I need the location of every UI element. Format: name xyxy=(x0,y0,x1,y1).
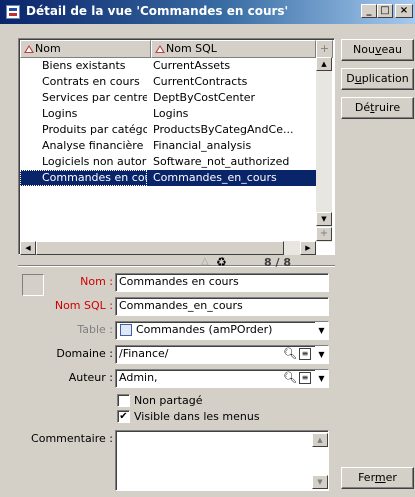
scroll-down-arrow-icon[interactable]: ▼ xyxy=(316,212,332,226)
name-label: Nom : xyxy=(80,275,113,288)
author-label: Auteur : xyxy=(68,371,113,384)
close-window-button[interactable]: × xyxy=(395,4,413,18)
column-header-sql-name[interactable]: Nom SQL xyxy=(151,40,316,58)
chevron-down-icon[interactable]: ▼ xyxy=(315,322,328,339)
list-horizontal-scrollbar[interactable]: ◀ ▶ xyxy=(20,241,316,255)
search-icon[interactable]: 🔍︎ xyxy=(283,372,297,384)
row-sql-name-cell: Software_not_authorized xyxy=(153,155,290,168)
refresh-icon[interactable]: ♻ xyxy=(216,255,227,269)
comment-textarea[interactable]: ▲ ▼ xyxy=(115,430,329,491)
sort-ascending-icon xyxy=(155,45,165,53)
row-sql-name-cell: Financial_analysis xyxy=(153,139,252,152)
list-status-bar: △ ♻ 8 / 8 xyxy=(18,255,335,273)
column-header-name[interactable]: Nom xyxy=(20,40,151,58)
delete-button[interactable]: Détruire xyxy=(341,97,414,119)
detail-window: Détail de la vue 'Commandes en cours' _ … xyxy=(0,0,415,497)
search-icon[interactable]: 🔍︎ xyxy=(283,348,297,360)
scroll-up-arrow-icon[interactable]: ▲ xyxy=(312,433,328,447)
row-name-cell: Analyse financière xyxy=(42,139,144,152)
sql-name-label: Nom SQL : xyxy=(54,299,113,312)
new-button-label-end: eau xyxy=(381,43,402,56)
duplicate-button[interactable]: Duplication xyxy=(341,68,414,90)
title-bar[interactable]: Détail de la vue 'Commandes en cours' _ … xyxy=(0,0,415,24)
scroll-up-arrow-icon[interactable]: ▲ xyxy=(316,57,332,71)
sort-ascending-icon xyxy=(24,45,34,53)
table-dropdown[interactable]: Commandes (amPOrder) ▼ xyxy=(115,321,329,340)
name-field[interactable]: Commandes en cours xyxy=(115,273,329,292)
author-value: Admin, xyxy=(119,371,158,384)
close-button-mnemonic: m xyxy=(374,471,386,484)
row-name-cell: Services par centre ... xyxy=(42,91,147,104)
table-value: Commandes (amPOrder) xyxy=(136,323,273,336)
table-row[interactable]: Services par centre ... DeptByCostCenter xyxy=(20,90,316,106)
maximize-button[interactable]: □ xyxy=(377,4,393,18)
table-row[interactable]: Logins Logins xyxy=(20,106,316,122)
duplicate-button-label: D xyxy=(346,72,355,85)
close-button[interactable]: Fermer xyxy=(341,467,414,489)
window-app-icon xyxy=(6,5,20,19)
scroll-left-arrow-icon[interactable]: ◀ xyxy=(20,241,36,255)
column-header-sql-label: Nom SQL xyxy=(166,42,217,55)
not-shared-checkbox[interactable] xyxy=(117,394,130,407)
chevron-down-icon[interactable]: ▼ xyxy=(315,370,328,387)
table-row[interactable]: Contrats en cours CurrentContracts xyxy=(20,74,316,90)
record-counter: 8 / 8 xyxy=(264,256,291,269)
sort-indicator-icon: △ xyxy=(201,256,209,267)
row-sql-name-cell: Commandes_en_cours xyxy=(153,171,277,184)
close-button-label-end: er xyxy=(385,471,397,484)
duplicate-button-mnemonic: u xyxy=(354,72,362,85)
list-details-icon[interactable]: ≡ xyxy=(299,348,311,360)
table-icon xyxy=(120,324,132,336)
row-name-cell: Biens existants xyxy=(42,59,126,72)
row-name-cell: Commandes en cours xyxy=(20,170,147,186)
minimize-button[interactable]: _ xyxy=(361,4,377,18)
new-button[interactable]: Nouveau xyxy=(341,39,414,61)
row-name-cell: Produits par catégori... xyxy=(42,123,147,136)
not-shared-label: Non partagé xyxy=(134,394,203,407)
visible-in-menus-label: Visible dans les menus xyxy=(134,410,260,423)
duplicate-button-label-end: plication xyxy=(361,72,409,85)
list-details-icon[interactable]: ≡ xyxy=(299,372,311,384)
table-label: Table : xyxy=(77,323,113,336)
domain-value: /Finance/ xyxy=(119,347,169,360)
list-add-icon[interactable]: + xyxy=(316,227,332,241)
row-name-cell: Logiciels non autoris... xyxy=(42,155,147,168)
row-sql-name-cell: Logins xyxy=(153,107,189,120)
table-row[interactable]: Biens existants CurrentAssets xyxy=(20,58,316,74)
column-header-name-label: Nom xyxy=(35,42,61,55)
table-row[interactable]: Analyse financière Financial_analysis xyxy=(20,138,316,154)
row-sql-name-cell: CurrentAssets xyxy=(153,59,231,72)
comment-label: Commentaire : xyxy=(31,432,113,445)
scroll-down-arrow-icon[interactable]: ▼ xyxy=(312,475,328,489)
table-row[interactable]: Logiciels non autoris... Software_not_aut… xyxy=(20,154,316,170)
row-name-cell: Contrats en cours xyxy=(42,75,140,88)
domain-label: Domaine : xyxy=(56,347,113,360)
scroll-right-arrow-icon[interactable]: ▶ xyxy=(300,241,316,255)
new-button-label: Nou xyxy=(353,43,375,56)
visible-in-menus-checkbox[interactable]: ✔ xyxy=(117,410,130,423)
close-button-label: Fer xyxy=(358,471,375,484)
views-list[interactable]: Nom Nom SQL + Biens existants CurrentAsse… xyxy=(18,38,335,255)
chevron-down-icon[interactable]: ▼ xyxy=(315,346,328,363)
row-name-cell: Logins xyxy=(42,107,78,120)
table-row[interactable]: Produits par catégori... ProductsByCategA… xyxy=(20,122,316,138)
row-sql-name-cell: DeptByCostCenter xyxy=(153,91,256,104)
column-chooser-button[interactable]: + xyxy=(316,40,333,58)
table-row[interactable]: Commandes en cours Commandes_en_cours xyxy=(20,170,316,186)
row-sql-name-cell: ProductsByCategAndCe... xyxy=(153,123,294,136)
domain-field[interactable]: /Finance/ 🔍︎ ≡ ▼ xyxy=(115,345,329,364)
delete-button-label-end: ruire xyxy=(374,101,401,114)
sql-name-field[interactable]: Commandes_en_cours xyxy=(115,297,329,316)
scroll-thumb[interactable] xyxy=(36,241,284,255)
delete-button-label: Dé xyxy=(354,101,371,114)
row-sql-name-cell: CurrentContracts xyxy=(153,75,248,88)
window-title: Détail de la vue 'Commandes en cours' xyxy=(26,4,289,18)
author-field[interactable]: Admin, 🔍︎ ≡ ▼ xyxy=(115,369,329,388)
list-vertical-scrollbar[interactable]: ▲ ▼ + xyxy=(316,57,332,242)
